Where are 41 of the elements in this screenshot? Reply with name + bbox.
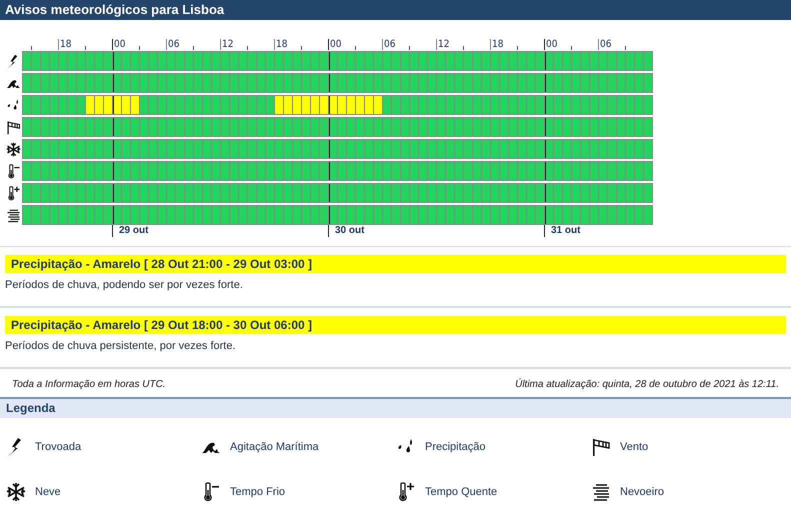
windsock-icon	[6, 120, 21, 134]
day-label: 29 out	[112, 225, 202, 237]
page-title: Avisos meteorológicos para Lisboa	[0, 0, 791, 20]
hour-label: 00	[544, 39, 589, 50]
snowflake-icon	[6, 482, 26, 502]
thermometer-plus-icon	[396, 482, 416, 502]
hour-label: 12	[220, 39, 265, 50]
hour-label: 00	[328, 39, 373, 50]
thermometer-plus-icon	[6, 186, 21, 200]
hour-label: 06	[166, 39, 211, 50]
fog-icon	[591, 482, 611, 502]
legend-label: Precipitação	[425, 441, 486, 453]
legend-label: Neve	[35, 486, 61, 498]
day-label: 31 out	[544, 225, 634, 237]
timezone-note: Toda a Informação em horas UTC.	[12, 379, 166, 392]
windsock-icon	[591, 437, 611, 457]
legend-title: Legenda	[0, 399, 791, 418]
fog-icon	[6, 208, 21, 222]
legend-label: Trovoada	[35, 441, 82, 453]
hour-label: 12	[436, 39, 481, 50]
hour-label: 06	[598, 39, 643, 50]
legend-label: Vento	[620, 441, 648, 453]
snowflake-icon	[6, 142, 21, 156]
legend-label: Nevoeiro	[620, 486, 664, 498]
warning-description: Períodos de chuva, podendo ser por vezes forte.	[5, 279, 244, 291]
day-label: 30 out	[328, 225, 418, 237]
warning-title: Precipitação - Amarelo [ 29 Out 18:00 - 30 Out 06:00 ]	[5, 316, 786, 334]
legend-label: Tempo Frio	[230, 486, 286, 498]
warning-description: Períodos de chuva persistente, por vezes forte.	[5, 340, 237, 352]
raindrops-icon	[6, 98, 21, 112]
legend-label: Agitação Marítima	[230, 441, 319, 453]
legend-label: Tempo Quente	[425, 486, 498, 498]
hour-label: 00	[112, 39, 157, 50]
hour-label: 06	[382, 39, 427, 50]
hour-label: 18	[58, 39, 103, 50]
hour-label: 18	[274, 39, 319, 50]
last-updated: Última atualização: quinta, 28 de outubro de 2021 às 12:11.	[515, 379, 779, 392]
warning-title: Precipitação - Amarelo [ 28 Out 21:00 - 29 Out 03:00 ]	[5, 255, 786, 273]
hour-label: 18	[490, 39, 535, 50]
thermometer-minus-icon	[201, 482, 221, 502]
thermometer-minus-icon	[6, 164, 21, 178]
